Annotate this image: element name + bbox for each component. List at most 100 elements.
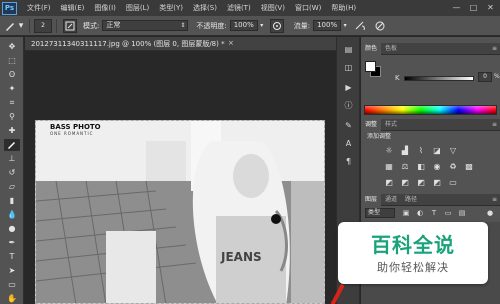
tab-swatches[interactable]: 色板 (381, 43, 401, 55)
black-white-icon[interactable]: ◧ (415, 161, 427, 172)
opacity-label: 不透明度: (196, 21, 227, 30)
opacity-chevron-icon[interactable]: ▾ (258, 19, 266, 33)
menu-filter[interactable]: 滤镜(T) (227, 3, 251, 13)
pressure-size-icon[interactable] (373, 19, 387, 33)
tab-paths[interactable]: 路径 (401, 194, 421, 206)
crop-tool-icon[interactable]: ⌗ (4, 97, 20, 109)
document-tab[interactable]: 20127311340311117.jpg @ 100% (图层 0, 图层蒙版… (25, 37, 360, 51)
mode-select[interactable]: 正常 ⇕ (102, 20, 189, 31)
levels-icon[interactable]: ▟ (399, 145, 411, 156)
tab-color[interactable]: 颜色 (361, 42, 382, 55)
pen-tool-icon[interactable]: ✒ (4, 237, 20, 249)
color-lookup-icon[interactable]: ▩ (463, 161, 475, 172)
hand-tool-icon[interactable]: ✋ (4, 293, 20, 304)
color-balance-icon[interactable]: ⚖ (399, 161, 411, 172)
gradient-tool-icon[interactable]: ▮ (4, 195, 20, 207)
dodge-tool-icon[interactable]: ● (4, 223, 20, 235)
character-panel-icon[interactable]: A (341, 137, 356, 150)
panel-menu-icon[interactable]: ≡ (492, 121, 497, 128)
type-filter-icon[interactable]: T (429, 208, 439, 218)
gradient-map-icon[interactable]: ▭ (447, 177, 459, 188)
tool-preset-chevron-icon[interactable]: ▾ (17, 19, 25, 33)
layers-panel-tabs: 图层 通道 路径 ≡ (361, 193, 500, 206)
brush-tool-icon[interactable] (3, 19, 17, 33)
healing-brush-tool-icon[interactable]: ✚ (4, 125, 20, 137)
smart-object-filter-icon[interactable]: ▤ (457, 208, 467, 218)
lasso-tool-icon[interactable]: ʘ (4, 69, 20, 81)
menu-layer[interactable]: 图层(L) (126, 3, 149, 13)
history-brush-tool-icon[interactable]: ↺ (4, 167, 20, 179)
flow-value: 100% (317, 21, 338, 29)
history-panel-icon[interactable]: ▤ (341, 43, 356, 56)
brush-panel-toggle-icon[interactable] (63, 18, 77, 33)
brush-panel-icon[interactable]: ✎ (341, 119, 356, 132)
tab-layers[interactable]: 图层 (361, 193, 382, 206)
color-spectrum-bar[interactable] (364, 105, 497, 115)
marquee-tool-icon[interactable]: ⬚ (4, 55, 20, 67)
adjustment-filter-icon[interactable]: ◐ (415, 208, 425, 218)
menu-select[interactable]: 选择(S) (193, 3, 217, 13)
flow-input[interactable]: 100% (313, 20, 342, 31)
exposure-icon[interactable]: ◪ (431, 145, 443, 156)
foreground-color-swatch[interactable] (365, 61, 376, 72)
canvas-area[interactable]: JEANS BASS PHOTO ONE ROMANTIC (25, 52, 360, 304)
invert-icon[interactable]: ◩ (383, 177, 395, 188)
posterize-icon[interactable]: ◩ (399, 177, 411, 188)
threshold-icon[interactable]: ◩ (415, 177, 427, 188)
actions-panel-icon[interactable]: ▶ (341, 81, 356, 94)
document-image[interactable]: JEANS BASS PHOTO ONE ROMANTIC (35, 120, 325, 304)
shirt-text: JEANS (220, 250, 262, 264)
menu-file[interactable]: 文件(F) (27, 3, 51, 13)
menu-window[interactable]: 窗口(W) (295, 3, 321, 13)
separator (56, 18, 57, 33)
path-selection-tool-icon[interactable]: ➤ (4, 265, 20, 277)
tab-channels[interactable]: 通道 (381, 194, 401, 206)
panel-menu-icon[interactable]: ≡ (492, 196, 497, 203)
shape-tool-icon[interactable]: ▭ (4, 279, 20, 291)
eyedropper-tool-icon[interactable]: ⚲ (4, 111, 20, 123)
menu-type[interactable]: 类型(Y) (159, 3, 183, 13)
move-tool-icon[interactable]: ✥ (4, 41, 20, 53)
hue-saturation-icon[interactable]: ▦ (383, 161, 395, 172)
k-slider[interactable] (404, 76, 474, 81)
properties-panel-icon[interactable]: ◫ (341, 61, 356, 74)
shape-filter-icon[interactable]: ▭ (443, 208, 453, 218)
blur-tool-icon[interactable]: 💧 (4, 209, 20, 221)
opacity-input[interactable]: 100% (229, 20, 258, 31)
menu-view[interactable]: 视图(V) (261, 3, 285, 13)
brush-size-picker[interactable]: 2 (34, 18, 52, 33)
clone-stamp-tool-icon[interactable]: ⊥ (4, 153, 20, 165)
selective-color-icon[interactable]: ◩ (431, 177, 443, 188)
menu-help[interactable]: 帮助(H) (331, 3, 356, 13)
brush-tool-icon[interactable] (4, 139, 20, 151)
maximize-button[interactable]: □ (468, 2, 479, 13)
airbrush-icon[interactable] (353, 19, 367, 33)
curves-icon[interactable]: ⌇ (415, 145, 427, 156)
tab-styles[interactable]: 样式 (381, 119, 401, 131)
pressure-opacity-icon[interactable] (269, 18, 284, 33)
minimize-button[interactable]: — (451, 2, 462, 13)
close-button[interactable]: ✕ (485, 2, 496, 13)
pixel-filter-icon[interactable]: ▣ (401, 208, 411, 218)
info-panel-icon[interactable]: ⓘ (341, 99, 356, 112)
photo-filter-icon[interactable]: ◉ (431, 161, 443, 172)
brightness-contrast-icon[interactable]: ☼ (383, 145, 395, 156)
chevron-down-icon: ⇕ (180, 22, 186, 29)
type-tool-icon[interactable]: T (4, 251, 20, 263)
paragraph-panel-icon[interactable]: ¶ (341, 155, 356, 168)
menu-edit[interactable]: 编辑(E) (61, 3, 85, 13)
magic-wand-tool-icon[interactable]: ✦ (4, 83, 20, 95)
flow-chevron-icon[interactable]: ▾ (341, 19, 349, 33)
menu-image[interactable]: 图像(I) (94, 3, 116, 13)
eraser-tool-icon[interactable]: ▱ (4, 181, 20, 193)
close-tab-icon[interactable]: × (228, 39, 234, 47)
filter-toggle-icon[interactable]: ● (485, 208, 495, 218)
channel-mixer-icon[interactable]: ♻ (447, 161, 459, 172)
panel-menu-icon[interactable]: ≡ (492, 45, 497, 52)
k-value-input[interactable]: 0 (478, 72, 492, 82)
layer-kind-filter[interactable]: 类型 (365, 208, 395, 218)
vibrance-icon[interactable]: ▽ (447, 145, 459, 156)
tab-adjustments[interactable]: 调整 (361, 118, 382, 131)
watermark-subtitle: ONE ROMANTIC (50, 131, 94, 136)
spectrum-shading (365, 106, 496, 114)
